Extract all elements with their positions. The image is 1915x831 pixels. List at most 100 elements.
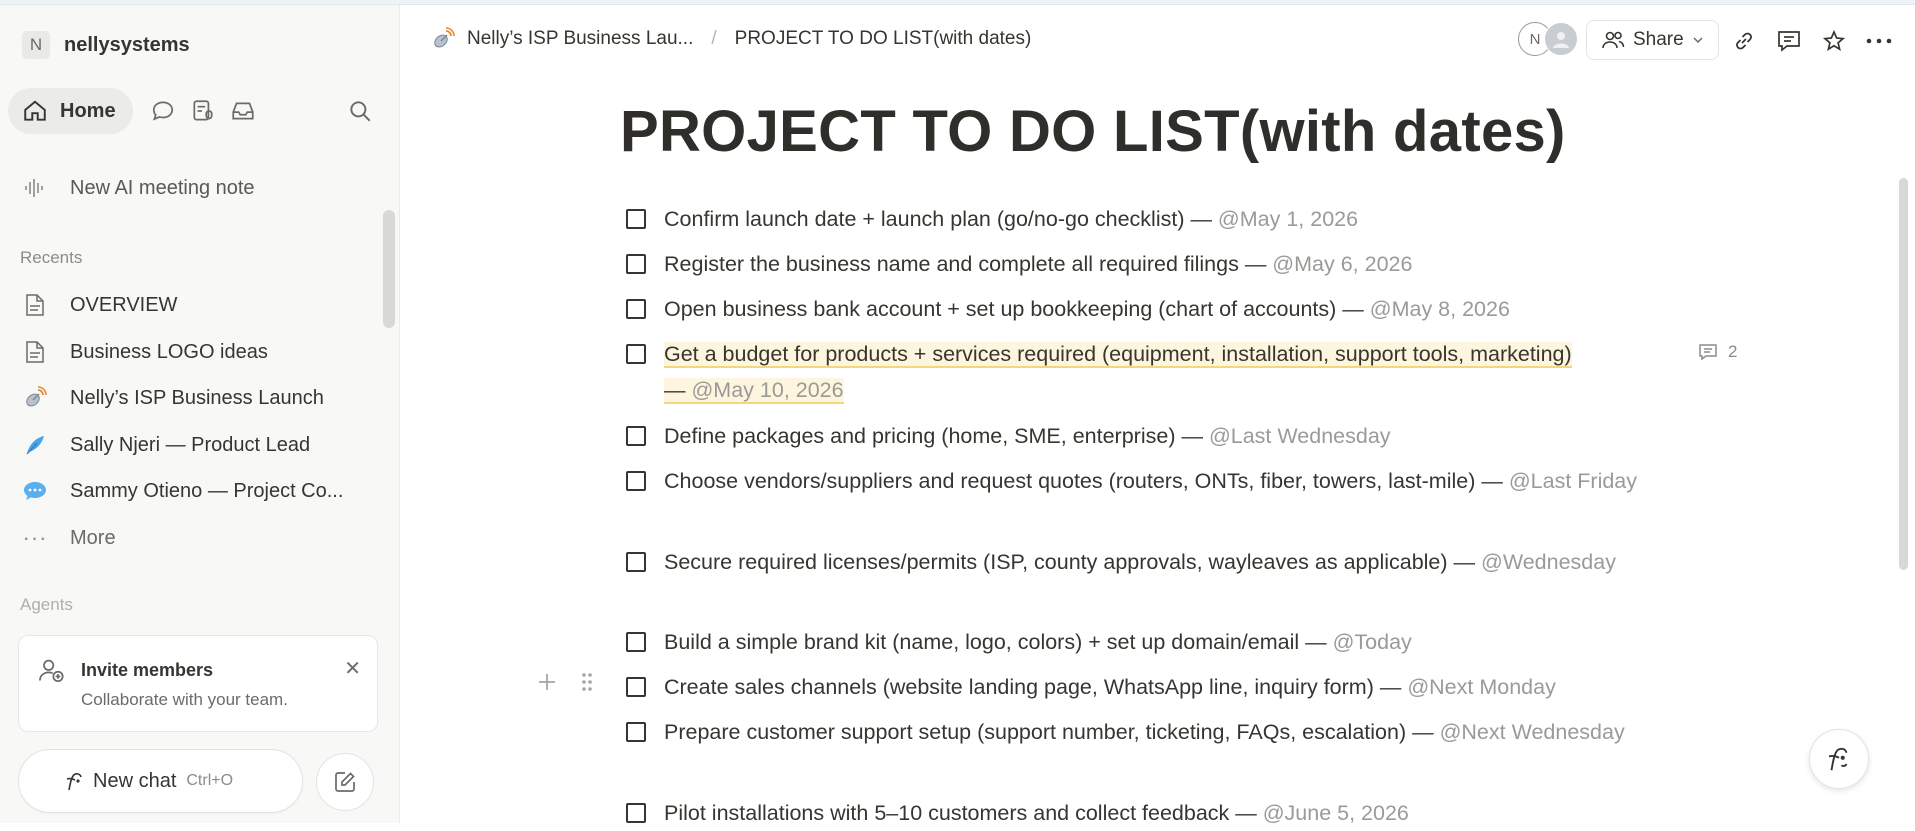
todo-text[interactable]: Secure required licenses/permits (ISP, c…	[664, 544, 1626, 580]
todo-label: Choose vendors/suppliers and request quo…	[664, 469, 1509, 493]
sidebar-item-sally-njeri[interactable]: Sally Njeri — Product Lead	[14, 425, 384, 465]
link-icon[interactable]	[1728, 25, 1760, 57]
share-button[interactable]: Share	[1586, 20, 1719, 60]
block-handles	[536, 671, 594, 698]
todo-checkbox[interactable]	[626, 722, 646, 742]
todo-text[interactable]: Choose vendors/suppliers and request quo…	[664, 463, 1661, 499]
todo-item: Register the business name and complete …	[626, 246, 1686, 282]
todo-text[interactable]: Define packages and pricing (home, SME, …	[664, 418, 1686, 454]
page-title[interactable]: PROJECT TO DO LIST(with dates)	[620, 98, 1566, 165]
sidebar-more[interactable]: ··· More	[14, 518, 384, 558]
meeting-notes-icon[interactable]	[183, 91, 223, 131]
date-mention[interactable]: @May 6, 2026	[1272, 252, 1412, 276]
todo-checkbox[interactable]	[626, 677, 646, 697]
inbox-icon[interactable]	[223, 91, 263, 131]
page-icon	[20, 290, 50, 320]
invite-subtitle: Collaborate with your team.	[81, 690, 288, 709]
search-icon[interactable]	[340, 91, 380, 131]
todo-checkbox[interactable]	[626, 471, 646, 491]
todo-text[interactable]: Prepare customer support setup (support …	[664, 714, 1626, 750]
todo-item: Secure required licenses/permits (ISP, c…	[626, 544, 1626, 580]
todo-text[interactable]: Confirm launch date + launch plan (go/no…	[664, 201, 1686, 237]
sidebar-item-isp-business-launch[interactable]: Nelly’s ISP Business Launch	[14, 378, 384, 418]
home-button[interactable]: Home	[8, 88, 133, 134]
date-mention[interactable]: @Last Friday	[1509, 469, 1637, 493]
ai-assistant-button[interactable]	[1809, 729, 1869, 789]
new-chat-shortcut: Ctrl+O	[186, 772, 234, 789]
new-ai-meeting-note-label: New AI meeting note	[70, 176, 255, 199]
date-mention[interactable]: @Today	[1333, 630, 1412, 654]
date-mention[interactable]: @Last Wednesday	[1209, 424, 1391, 448]
comment-count: 2	[1728, 342, 1738, 361]
more-dots-icon: ···	[22, 525, 48, 550]
date-mention[interactable]: @Next Wednesday	[1440, 720, 1625, 744]
inline-comment-count[interactable]: 2	[1698, 342, 1737, 362]
comment-icon	[1699, 344, 1717, 361]
compose-button[interactable]	[316, 753, 374, 811]
date-mention[interactable]: @May 1, 2026	[1218, 207, 1358, 231]
page-topbar: Nelly’s ISP Business Lau... / PROJECT TO…	[401, 5, 1915, 77]
todo-item: Create sales channels (website landing p…	[626, 669, 1686, 705]
chat-bubble-icon[interactable]	[143, 91, 183, 131]
new-chat-button[interactable]: New chat Ctrl+O	[18, 749, 303, 813]
people-icon	[1602, 31, 1625, 49]
sidebar-item-sammy-otieno[interactable]: Sammy Otieno — Project Co...	[14, 471, 384, 511]
todo-item: Prepare customer support setup (support …	[626, 714, 1626, 750]
todo-item: Define packages and pricing (home, SME, …	[626, 418, 1686, 454]
commented-highlight[interactable]: Get a budget for products + services req…	[664, 342, 1572, 404]
todo-item: Confirm launch date + launch plan (go/no…	[626, 201, 1686, 237]
invite-members-card[interactable]: Invite members Collaborate with your tea…	[18, 635, 378, 732]
date-mention[interactable]: @May 8, 2026	[1370, 297, 1510, 321]
todo-checkbox[interactable]	[626, 299, 646, 319]
todo-label: Define packages and pricing (home, SME, …	[664, 424, 1209, 448]
todo-item: Pilot installations with 5–10 customers …	[626, 795, 1686, 831]
star-icon[interactable]	[1818, 25, 1850, 57]
todo-checkbox[interactable]	[626, 426, 646, 446]
comments-icon[interactable]	[1773, 25, 1805, 57]
satellite-icon	[431, 27, 455, 51]
workspace-switcher[interactable]: N nellysystems	[22, 29, 190, 61]
workspace-name: nellysystems	[64, 33, 190, 56]
todo-checkbox[interactable]	[626, 552, 646, 572]
todo-item: Build a simple brand kit (name, logo, co…	[626, 624, 1686, 660]
date-mention[interactable]: @Next Monday	[1407, 675, 1556, 699]
satellite-icon	[20, 383, 50, 413]
todo-checkbox[interactable]	[626, 254, 646, 274]
sidebar-item-label: Business LOGO ideas	[70, 340, 268, 363]
date-mention[interactable]: @May 10, 2026	[691, 378, 843, 402]
todo-label: Register the business name and complete …	[664, 252, 1273, 276]
todo-checkbox[interactable]	[626, 803, 646, 823]
todo-checkbox[interactable]	[626, 344, 646, 364]
workspace-avatar: N	[22, 31, 50, 59]
sidebar-item-business-logo-ideas[interactable]: Business LOGO ideas	[14, 332, 384, 372]
breadcrumb: Nelly’s ISP Business Lau... / PROJECT TO…	[431, 27, 1031, 51]
sidebar-scrollbar[interactable]	[383, 210, 395, 328]
date-mention[interactable]: @June 5, 2026	[1263, 801, 1409, 825]
more-options-icon[interactable]	[1863, 25, 1895, 57]
breadcrumb-separator: /	[711, 28, 717, 49]
add-block-icon[interactable]	[536, 671, 558, 698]
date-mention[interactable]: @Wednesday	[1481, 550, 1616, 574]
sidebar-item-label: Nelly’s ISP Business Launch	[70, 386, 324, 409]
todo-text[interactable]: Register the business name and complete …	[664, 246, 1686, 282]
todo-label: Create sales channels (website landing p…	[664, 675, 1408, 699]
todo-text[interactable]: Open business bank account + set up book…	[664, 291, 1686, 327]
close-icon[interactable]: ✕	[344, 656, 361, 681]
todo-checkbox[interactable]	[626, 209, 646, 229]
sidebar: N nellysystems Home New AI meeting note …	[0, 5, 400, 823]
page-scrollbar[interactable]	[1899, 178, 1908, 570]
more-label: More	[70, 526, 116, 549]
ai-face-icon	[1828, 747, 1848, 771]
collaborator-avatars[interactable]: N	[1518, 22, 1578, 56]
drag-handle-icon[interactable]	[580, 671, 594, 698]
breadcrumb-current[interactable]: PROJECT TO DO LIST(with dates)	[735, 28, 1032, 50]
todo-text[interactable]: Pilot installations with 5–10 customers …	[664, 795, 1686, 831]
todo-text[interactable]: Create sales channels (website landing p…	[664, 669, 1686, 705]
todo-text[interactable]: Build a simple brand kit (name, logo, co…	[664, 624, 1686, 660]
todo-text[interactable]: Get a budget for products + services req…	[664, 336, 1586, 408]
avatar-photo	[1544, 22, 1578, 56]
new-ai-meeting-note[interactable]: New AI meeting note	[14, 168, 384, 208]
sidebar-item-overview[interactable]: OVERVIEW	[14, 285, 384, 325]
todo-checkbox[interactable]	[626, 632, 646, 652]
breadcrumb-parent[interactable]: Nelly’s ISP Business Lau...	[467, 28, 693, 50]
